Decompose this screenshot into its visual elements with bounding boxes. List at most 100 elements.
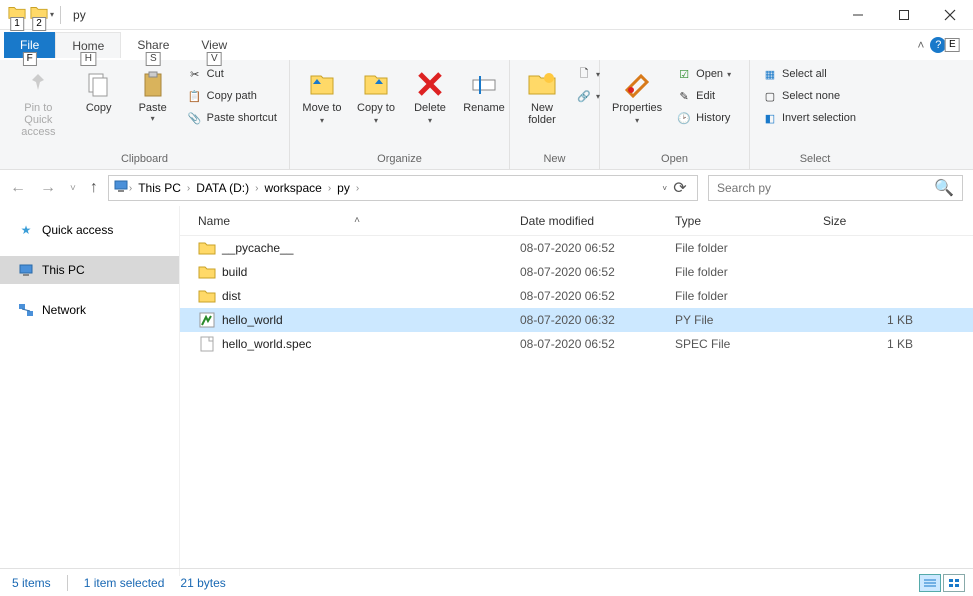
forward-button[interactable]: → [40, 179, 56, 197]
up-button[interactable]: ↑ [90, 179, 98, 197]
file-type-cell: File folder [675, 241, 823, 255]
crumb-drive[interactable]: DATA (D:) [190, 181, 255, 195]
btn-label: Edit [696, 90, 715, 102]
col-header-type[interactable]: Type [675, 214, 823, 228]
file-row[interactable]: hello_world08-07-2020 06:32PY File1 KB [180, 308, 973, 332]
help-icon[interactable]: ? [930, 37, 946, 53]
search-box[interactable]: 🔍 [708, 175, 963, 201]
file-date-cell: 08-07-2020 06:32 [520, 313, 675, 327]
file-row[interactable]: __pycache__08-07-2020 06:52File folder [180, 236, 973, 260]
file-type-cell: File folder [675, 289, 823, 303]
open-button[interactable]: ☑Open ▾ [672, 64, 735, 84]
col-header-name[interactable]: Name˄ [198, 214, 520, 228]
nav-quick-access[interactable]: ★ Quick access [0, 216, 179, 244]
select-none-button[interactable]: ▢ Select none [758, 86, 860, 106]
back-button[interactable]: ← [10, 179, 26, 197]
history-dropdown[interactable]: ˅ [70, 183, 76, 194]
rename-button[interactable]: Rename [460, 64, 508, 118]
move-to-button[interactable]: Move to ▾ [298, 64, 346, 130]
qat-dropdown[interactable]: ▾ [50, 10, 54, 19]
details-view-button[interactable] [919, 574, 941, 592]
select-none-icon: ▢ [762, 88, 778, 104]
edit-icon: ✎ [676, 88, 692, 104]
tab-label: File [20, 38, 39, 52]
crumb-workspace[interactable]: workspace [258, 181, 327, 195]
file-name: dist [222, 289, 241, 303]
maximize-button[interactable] [881, 0, 927, 30]
pin-to-quick-access-button[interactable]: Pin to Quick access [8, 64, 69, 142]
copy-to-button[interactable]: Copy to ▾ [352, 64, 400, 130]
btn-label: Invert selection [782, 112, 856, 124]
search-icon[interactable]: 🔍 [934, 178, 954, 198]
new-folder-button[interactable]: New folder [518, 64, 566, 130]
search-input[interactable] [717, 181, 917, 195]
btn-label: New folder [522, 102, 562, 126]
qat-folder-icon[interactable]: 1 [6, 2, 28, 27]
paste-button[interactable]: Paste ▾ [129, 64, 177, 127]
tab-label: Home [72, 39, 104, 53]
history-button[interactable]: 🕑History [672, 108, 735, 128]
file-date-cell: 08-07-2020 06:52 [520, 289, 675, 303]
thumbnails-view-button[interactable] [943, 574, 965, 592]
address-bar-row: ← → ˅ ↑ › This PC › DATA (D:) › workspac… [0, 170, 973, 206]
ribbon-collapse-help: ˄ ? E [917, 37, 967, 53]
divider [60, 6, 61, 24]
nav-network[interactable]: Network [0, 296, 179, 324]
crumb-sep[interactable]: › [356, 183, 359, 194]
nav-this-pc[interactable]: This PC [0, 256, 179, 284]
properties-icon [621, 68, 653, 100]
refresh-button[interactable]: ⟳ [667, 178, 693, 198]
tab-file[interactable]: File F [4, 32, 55, 58]
column-headers: Name˄ Date modified Type Size [180, 206, 973, 236]
status-item-count: 5 items [12, 576, 51, 590]
properties-button[interactable]: Properties▾ [608, 64, 666, 130]
edit-button[interactable]: ✎ Edit [672, 86, 735, 106]
ribbon-group-select: ▦Select all ▢ Select none ◧ Invert selecti… [750, 60, 880, 169]
folder-icon [198, 263, 216, 281]
status-bytes: 21 bytes [180, 576, 225, 590]
key-hint: F [23, 52, 37, 66]
pc-icon [18, 262, 34, 278]
col-header-date[interactable]: Date modified [520, 214, 675, 228]
file-name: hello_world [222, 313, 283, 327]
group-label: New [518, 153, 591, 167]
status-selected: 1 item selected [84, 576, 165, 590]
col-header-size[interactable]: Size [823, 214, 923, 228]
nav-label: This PC [42, 263, 85, 277]
file-row[interactable]: dist 08-07-2020 06:52File folder [180, 284, 973, 308]
btn-label: Copy to ▾ [356, 102, 396, 126]
pin-icon [22, 68, 54, 100]
crumb-this-pc[interactable]: This PC [132, 181, 187, 195]
copy-path-button[interactable]: 📋Copy path [183, 86, 281, 106]
address-bar[interactable]: › This PC › DATA (D:) › workspace › py ›… [108, 175, 698, 201]
folder-icon [198, 239, 216, 257]
btn-label: Properties▾ [612, 102, 662, 126]
crumb-py[interactable]: py [331, 181, 356, 195]
ribbon-group-open: Properties▾ ☑Open ▾ ✎Edit 🕑History Open [600, 60, 750, 169]
btn-label: History [696, 112, 730, 124]
close-button[interactable] [927, 0, 973, 30]
invert-icon: ◧ [762, 110, 778, 126]
delete-button[interactable]: Delete▾ [406, 64, 454, 130]
file-list: __pycache__08-07-2020 06:52File folderbu… [180, 236, 973, 576]
btn-label: Select none [782, 90, 840, 102]
folder-icon [198, 287, 216, 305]
ribbon-group-new: New folder 🗋▾ 🔗▾ New [510, 60, 600, 169]
copy-button[interactable]: Copy [75, 64, 123, 118]
file-row[interactable]: hello_world.spec08-07-2020 06:52SPEC Fil… [180, 332, 973, 356]
tab-share[interactable]: Share S [121, 32, 185, 58]
pc-icon [113, 178, 129, 199]
qat-folder-icon-2[interactable]: 2 [28, 2, 50, 27]
file-type-cell: PY File [675, 313, 823, 327]
paste-shortcut-button[interactable]: 📎Paste shortcut [183, 108, 281, 128]
tab-home[interactable]: Home H [55, 32, 121, 58]
rename-icon [468, 68, 500, 100]
select-all-button[interactable]: ▦Select all [758, 64, 860, 84]
invert-selection-button[interactable]: ◧ Invert selection [758, 108, 860, 128]
cut-button[interactable]: ✂Cut [183, 64, 281, 84]
file-row[interactable]: build08-07-2020 06:52File folder [180, 260, 973, 284]
btn-label: Pin to Quick access [12, 102, 65, 138]
minimize-button[interactable] [835, 0, 881, 30]
ribbon-collapse-icon[interactable]: ˄ [917, 38, 924, 52]
tab-view[interactable]: View V [185, 32, 243, 58]
